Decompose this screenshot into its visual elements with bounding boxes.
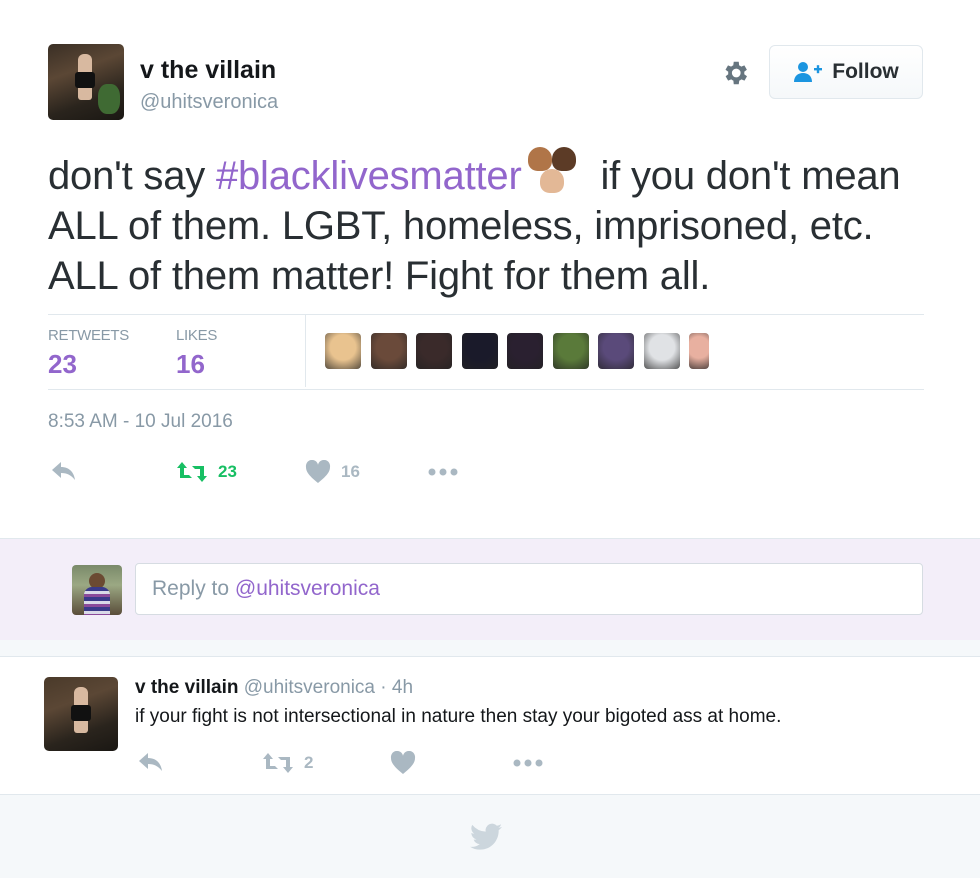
tweet-text-part1: don't say (48, 154, 216, 198)
tweet-stats: RETWEETS 23 LIKES 16 (48, 314, 924, 390)
follow-button[interactable]: Follow (769, 45, 923, 99)
liker-avatar[interactable] (461, 333, 498, 369)
avatar-shirt (75, 72, 95, 88)
liker-avatar[interactable] (325, 333, 361, 369)
user-avatar[interactable] (48, 44, 124, 120)
reply-icon (139, 753, 162, 771)
retweet-button[interactable]: 23 (176, 460, 237, 484)
likes-count: 16 (176, 349, 205, 379)
retweet-action-count: 23 (218, 462, 237, 481)
liker-avatar[interactable] (416, 333, 452, 369)
reply-retweet-count: 2 (304, 753, 314, 772)
reply-user-avatar[interactable] (44, 677, 118, 751)
likes-label: LIKES (176, 327, 218, 344)
reply-header: v the villain @uhitsveronica · 4h (135, 677, 413, 699)
reply-user-name[interactable]: v the villain (135, 677, 238, 698)
reply-tweet: v the villain @uhitsveronica · 4h if you… (0, 657, 980, 795)
liker-avatar[interactable] (370, 333, 407, 369)
add-user-icon (794, 62, 823, 82)
user-handle[interactable]: @uhitsveronica (140, 91, 278, 114)
more-icon (513, 759, 543, 767)
like-action-count: 16 (341, 462, 360, 481)
stats-divider (305, 315, 306, 387)
avatar-body (84, 587, 110, 615)
more-icon (428, 468, 458, 476)
reply-retweet-button[interactable]: 2 (262, 751, 313, 775)
hashtag-link[interactable]: #blacklivesmatter (216, 154, 522, 198)
retweets-stat[interactable]: RETWEETS 23 (48, 327, 129, 380)
reply-icon (52, 462, 75, 480)
retweet-icon (263, 753, 293, 773)
retweets-label: RETWEETS (48, 327, 129, 344)
reply-composer: Reply to @uhitsveronica (0, 538, 980, 641)
heart-icon (390, 751, 416, 774)
liker-avatar[interactable] (598, 333, 634, 369)
current-user-avatar (72, 565, 122, 615)
tweet-text: don't say #blacklivesmatter if you don't… (48, 147, 938, 301)
retweet-icon (177, 462, 207, 482)
reply-more-button[interactable] (512, 753, 544, 773)
heart-icon (305, 460, 331, 483)
tweet-timestamp[interactable]: 8:53 AM - 10 Jul 2016 (48, 411, 233, 433)
reply-meta[interactable]: @uhitsveronica · 4h (244, 677, 413, 698)
reply-input[interactable]: Reply to @uhitsveronica (135, 563, 923, 615)
follow-label: Follow (832, 60, 899, 83)
liker-avatar[interactable] (507, 333, 543, 369)
twitter-bird-icon[interactable] (470, 823, 502, 851)
avatar-foliage (98, 84, 120, 114)
avatar-shirt (71, 705, 91, 721)
liker-avatar[interactable] (552, 333, 589, 369)
user-name[interactable]: v the villain (140, 56, 276, 85)
liker-avatar[interactable] (689, 333, 709, 369)
reply-text: if your fight is not intersectional in n… (135, 706, 782, 727)
reply-placeholder-mention: @uhitsveronica (234, 577, 380, 600)
liker-avatars (325, 333, 709, 369)
retweets-count: 23 (48, 349, 77, 379)
reply-like-button[interactable] (390, 751, 416, 775)
reply-placeholder-prefix: Reply to (152, 577, 235, 600)
liker-avatar[interactable] (643, 333, 680, 369)
gear-icon[interactable] (720, 58, 750, 88)
more-button[interactable] (427, 462, 459, 482)
likes-stat[interactable]: LIKES 16 (176, 327, 217, 380)
footer (0, 795, 980, 878)
like-button[interactable]: 16 (305, 460, 360, 484)
raised-fist-emoji-icon (524, 147, 582, 197)
reply-button[interactable] (50, 460, 78, 482)
reply-reply-button[interactable] (137, 751, 165, 773)
section-gap (0, 640, 980, 657)
main-tweet: v the villain @uhitsveronica Follow don'… (0, 0, 980, 538)
